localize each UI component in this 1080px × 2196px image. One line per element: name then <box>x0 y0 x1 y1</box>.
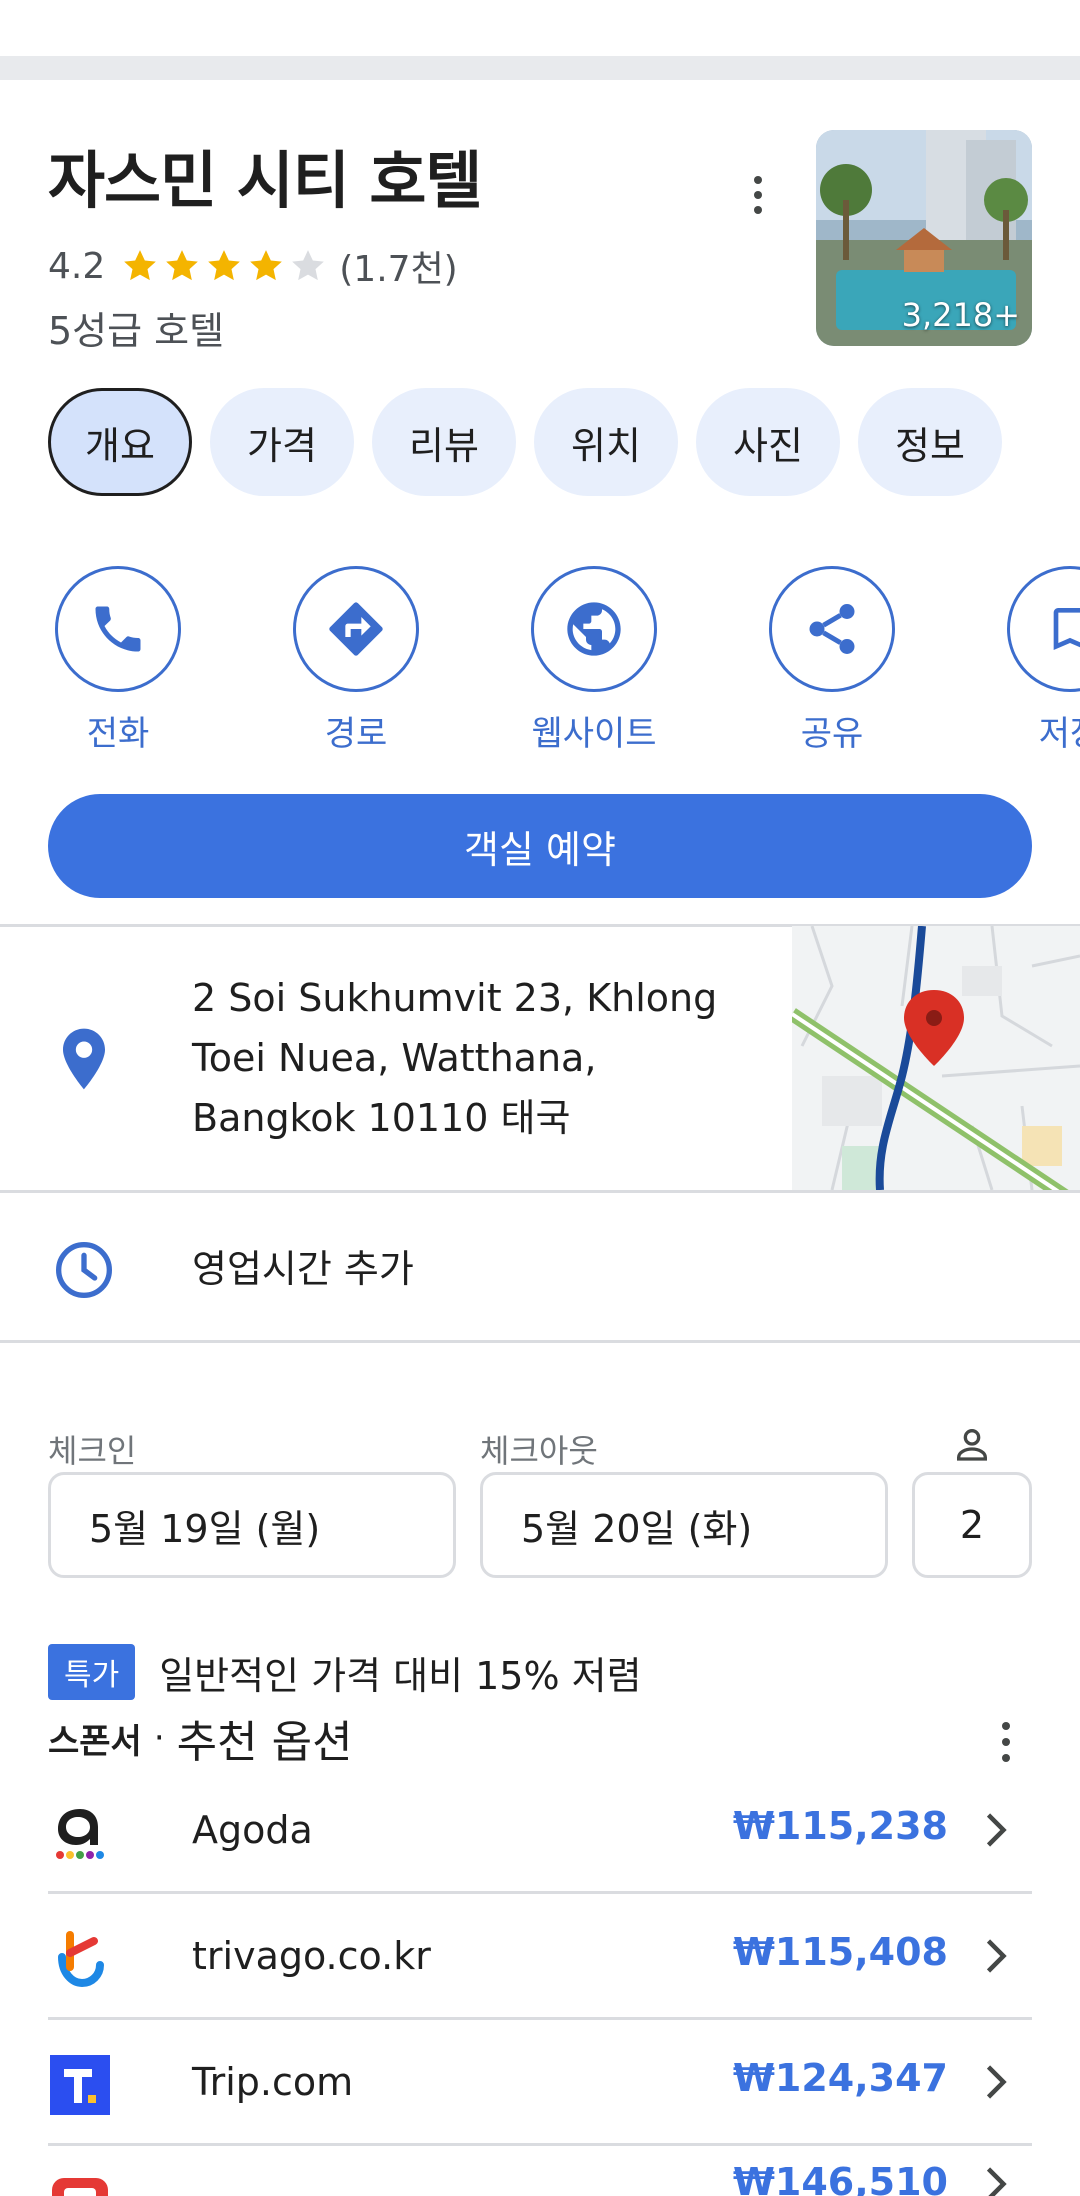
star-icon <box>250 250 283 281</box>
trip-com-logo-icon <box>50 2055 110 2115</box>
deal-text: 일반적인 가격 대비 15% 저렴 <box>159 1653 642 1698</box>
directions-icon <box>329 602 383 656</box>
provider-logo-icon <box>52 2178 108 2196</box>
add-hours-text: 영업시간 추가 <box>192 1247 414 1291</box>
save-label: 저장 <box>1038 714 1080 754</box>
guest-count-field[interactable]: 2 <box>912 1472 1032 1578</box>
divider <box>0 1340 1080 1343</box>
map-image <box>792 926 1080 1190</box>
hotel-photo-thumbnail[interactable]: 3,218+ <box>816 130 1032 346</box>
agoda-logo-icon <box>56 1809 104 1859</box>
tab-overview[interactable]: 개요 <box>48 388 192 496</box>
sponsor-more-button[interactable] <box>994 1722 1018 1762</box>
offer-provider: Agoda <box>192 1808 313 1852</box>
tab-photos[interactable]: 사진 <box>696 388 840 496</box>
checkout-label: 체크아웃 <box>480 1432 598 1470</box>
offer-price: ₩124,347 <box>733 2056 948 2100</box>
person-icon <box>957 1429 987 1461</box>
deal-row: 특가 일반적인 가격 대비 15% 저렴 <box>48 1644 642 1700</box>
quick-actions: 전화 경로 웹사이트 공유 저장 <box>0 566 1080 756</box>
book-room-button[interactable]: 객실 예약 <box>48 794 1032 898</box>
offer-price: ₩115,408 <box>733 1930 948 1974</box>
deal-badge: 특가 <box>48 1644 136 1700</box>
phone-icon <box>95 606 141 652</box>
rating-value: 4.2 <box>48 245 106 287</box>
tab-location[interactable]: 위치 <box>534 388 678 496</box>
section-title: 추천 옵션 <box>176 1717 353 1768</box>
chevron-right-icon <box>986 1939 1007 1973</box>
offer-row[interactable]: Agoda ₩115,238 <box>48 1768 1032 1894</box>
hours-row[interactable]: 영업시간 추가 <box>0 1194 1080 1340</box>
rating-row: 4.2 (1.7천) <box>48 240 458 292</box>
save-action[interactable]: 저장 <box>970 566 1080 755</box>
checkin-date-field[interactable]: 5월 19일 (월) <box>48 1472 456 1578</box>
tab-prices[interactable]: 가격 <box>210 388 354 496</box>
chevron-right-icon <box>986 2167 1007 2196</box>
sponsor-header: 스폰서 · 추천 옵션 <box>48 1706 353 1770</box>
separator-dot: · <box>153 1718 165 1758</box>
star-icon <box>124 250 157 281</box>
chevron-right-icon <box>986 1813 1007 1847</box>
offer-price: ₩115,238 <box>733 1804 948 1848</box>
offer-row[interactable]: trivago.co.kr ₩115,408 <box>48 1894 1032 2020</box>
share-action[interactable]: 공유 <box>732 566 932 755</box>
star-empty-icon <box>292 250 325 281</box>
offer-provider: trivago.co.kr <box>192 1934 431 1978</box>
star-rating <box>119 246 329 286</box>
sponsored-label: 스폰서 <box>48 1721 142 1762</box>
website-action[interactable]: 웹사이트 <box>494 566 694 755</box>
location-pin-icon <box>63 1028 105 1090</box>
call-label: 전화 <box>86 714 150 754</box>
share-icon <box>809 604 855 654</box>
divider <box>0 1190 1080 1193</box>
section-tabs: 개요 가격 리뷰 위치 사진 정보 <box>48 388 1002 496</box>
address-text: 2 Soi Sukhumvit 23, Khlong Toei Nuea, Wa… <box>192 976 718 1140</box>
hotel-category: 5성급 호텔 <box>48 309 225 353</box>
page-title: 자스민 시티 호텔 <box>48 144 482 217</box>
globe-icon <box>567 602 621 656</box>
chevron-right-icon <box>986 2065 1007 2099</box>
top-blank <box>0 0 1080 56</box>
offer-provider: Trip.com <box>192 2060 354 2104</box>
photo-count: 3,218+ <box>901 296 1020 334</box>
trivago-logo-icon <box>58 1931 104 1988</box>
more-options-button[interactable] <box>740 160 776 230</box>
tab-reviews[interactable]: 리뷰 <box>372 388 516 496</box>
address-row[interactable]: 2 Soi Sukhumvit 23, Khlong Toei Nuea, Wa… <box>0 926 1080 1190</box>
directions-action[interactable]: 경로 <box>256 566 456 755</box>
sheet-handle-divider <box>0 56 1080 80</box>
directions-label: 경로 <box>324 714 388 754</box>
website-label: 웹사이트 <box>531 714 657 754</box>
bookmark-icon <box>1053 608 1080 650</box>
mini-map[interactable] <box>792 926 1080 1190</box>
place-header: 자스민 시티 호텔 4.2 (1.7천) 5성급 호텔 3,218+ <box>0 80 1080 380</box>
offer-row[interactable]: ₩146,510 <box>48 2146 1032 2196</box>
share-label: 공유 <box>800 714 864 754</box>
checkout-date-field[interactable]: 5월 20일 (화) <box>480 1472 888 1578</box>
review-count[interactable]: (1.7천) <box>339 240 457 292</box>
checkin-label: 체크인 <box>48 1432 137 1470</box>
call-action[interactable]: 전화 <box>18 566 218 755</box>
clock-icon <box>56 1242 112 1298</box>
offer-price: ₩146,510 <box>733 2160 948 2196</box>
star-icon <box>166 250 199 281</box>
star-icon <box>208 250 241 281</box>
offer-row[interactable]: Trip.com ₩124,347 <box>48 2020 1032 2146</box>
tab-about[interactable]: 정보 <box>858 388 1002 496</box>
